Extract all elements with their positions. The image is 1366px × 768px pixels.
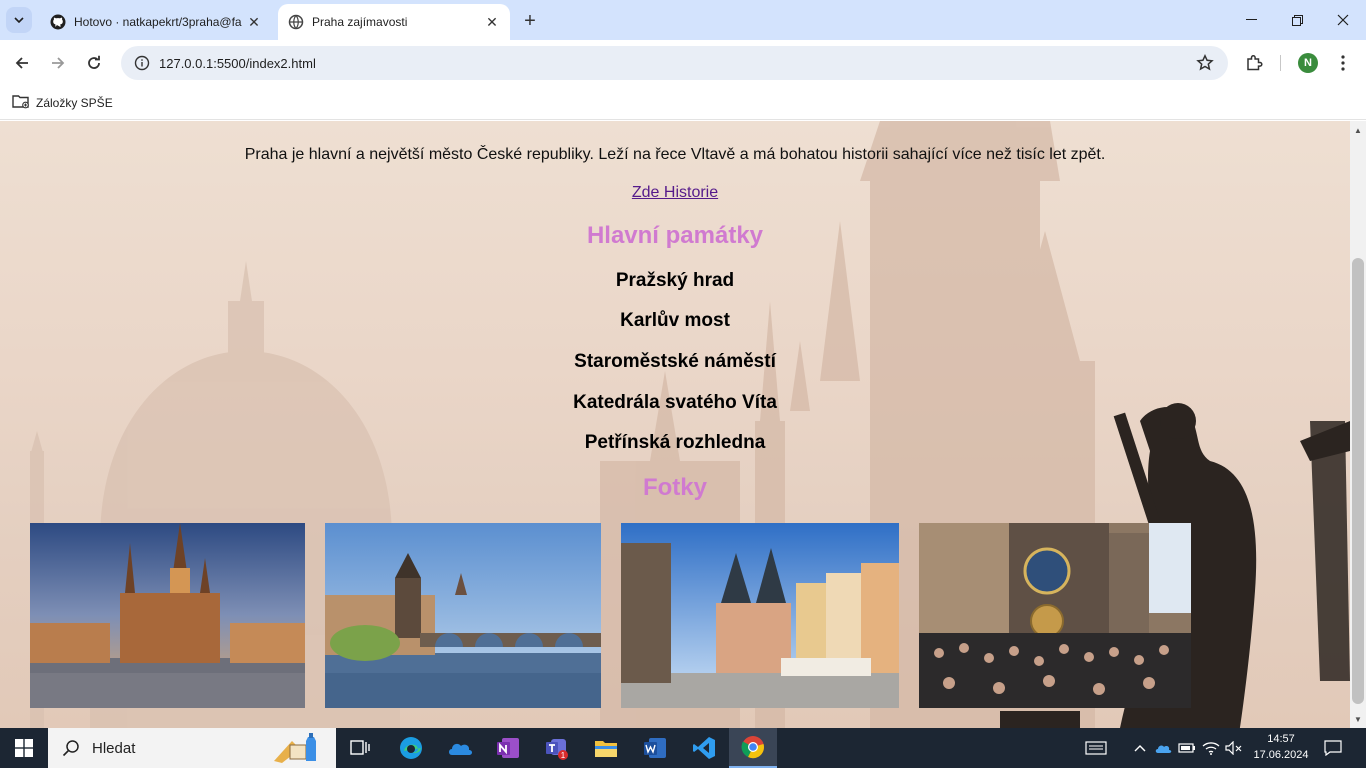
extensions-puzzle-icon[interactable] — [1241, 50, 1267, 76]
tab-github[interactable]: Hotovo · natkapekrt/3praha@fa ✕ — [40, 4, 272, 40]
word-icon[interactable] — [631, 728, 679, 768]
search-icon — [62, 739, 80, 757]
browser-toolbar: 127.0.0.1:5500/index2.html N — [0, 40, 1366, 86]
onenote-icon[interactable] — [484, 728, 532, 768]
chrome-icon[interactable] — [729, 728, 777, 768]
search-label: Hledat — [92, 739, 136, 757]
scroll-thumb[interactable] — [1352, 258, 1364, 704]
svg-text:1: 1 — [561, 751, 566, 760]
taskbar-search-box[interactable]: Hledat — [48, 728, 336, 768]
page-scrollbar[interactable]: ▲ ▼ — [1350, 121, 1366, 728]
page-content: Praha je hlavní a největší město České r… — [0, 121, 1350, 728]
charles-bridge-photo — [325, 523, 601, 708]
vscode-icon[interactable] — [680, 728, 728, 768]
site-info-icon[interactable] — [133, 54, 151, 72]
clock-date: 17.06.2024 — [1253, 749, 1309, 761]
prague-castle-photo — [30, 523, 305, 708]
tab-search-button[interactable] — [6, 7, 32, 33]
folder-icon — [12, 94, 30, 112]
old-town-square-photo — [621, 523, 899, 708]
forward-arrow-icon[interactable] — [43, 48, 73, 78]
reload-icon[interactable] — [79, 48, 109, 78]
astronomical-clock-photo — [919, 523, 1191, 708]
new-tab-plus-icon[interactable]: + — [518, 9, 542, 33]
keyboard-layout-icon[interactable] — [1084, 738, 1108, 758]
toolbar-separator — [1280, 55, 1281, 71]
bookmark-label: Záložky SPŠE — [36, 96, 113, 110]
landmarks-heading: Hlavní památky — [586, 222, 764, 249]
file-explorer-icon[interactable] — [582, 728, 630, 768]
chevron-up-icon[interactable] — [1130, 738, 1150, 758]
more-menu-icon[interactable] — [1333, 50, 1353, 76]
address-bar[interactable]: 127.0.0.1:5500/index2.html — [121, 46, 1228, 80]
close-icon[interactable]: ✕ — [244, 12, 264, 32]
history-link[interactable]: Zde Historie — [632, 184, 718, 201]
volume-muted-icon[interactable] — [1224, 738, 1244, 758]
restore-icon[interactable] — [1274, 0, 1320, 40]
globe-icon — [288, 14, 304, 30]
task-view-icon[interactable] — [336, 728, 384, 768]
landmark-prague-castle: Pražský hrad — [615, 270, 735, 291]
page-viewport: Praha je hlavní a největší město České r… — [0, 121, 1350, 728]
url-text[interactable]: 127.0.0.1:5500/index2.html — [159, 56, 316, 71]
profile-avatar[interactable]: N — [1298, 53, 1318, 73]
windows-taskbar: Hledat 1 14:57 17.06.2024 — [0, 728, 1366, 768]
scroll-up-arrow-icon[interactable]: ▲ — [1350, 123, 1366, 137]
tab-strip: Hotovo · natkapekrt/3praha@fa ✕ Praha za… — [0, 0, 1366, 40]
onedrive-icon[interactable] — [436, 728, 484, 768]
bookmarks-bar: Záložky SPŠE — [0, 86, 1366, 120]
battery-icon[interactable] — [1177, 738, 1197, 758]
chevron-down-icon — [14, 17, 24, 23]
teams-icon[interactable]: 1 — [533, 728, 581, 768]
back-arrow-icon[interactable] — [7, 48, 37, 78]
minimize-icon[interactable] — [1228, 0, 1274, 40]
scroll-down-arrow-icon[interactable]: ▼ — [1350, 712, 1366, 726]
system-clock[interactable]: 14:57 17.06.2024 — [1252, 731, 1310, 765]
landmark-st-vitus-cathedral: Katedrála svatého Víta — [573, 392, 777, 413]
landmark-charles-bridge: Karlův most — [620, 310, 730, 331]
windows-start-icon[interactable] — [0, 728, 48, 768]
close-icon[interactable]: ✕ — [482, 12, 502, 32]
search-highlight-icon — [270, 731, 330, 768]
history-link-wrapper: Zde Historie — [0, 184, 1350, 202]
edge-browser-icon[interactable] — [387, 728, 435, 768]
clock-time: 14:57 — [1267, 733, 1295, 745]
tab-praha[interactable]: Praha zajímavosti ✕ — [278, 4, 510, 40]
tab-title: Praha zajímavosti — [312, 15, 408, 29]
wifi-icon[interactable] — [1201, 738, 1221, 758]
photos-heading: Fotky — [642, 474, 707, 501]
github-icon — [50, 14, 66, 30]
window-close-icon[interactable] — [1320, 0, 1366, 40]
landmark-old-town-square: Staroměstské náměstí — [574, 351, 776, 372]
intro-paragraph: Praha je hlavní a největší město České r… — [244, 146, 1106, 163]
onedrive-tray-icon[interactable] — [1153, 738, 1173, 758]
bookmark-folder-spse[interactable]: Záložky SPŠE — [12, 92, 113, 114]
notifications-icon[interactable] — [1323, 738, 1343, 758]
landmark-petrin-tower: Petřínská rozhledna — [584, 432, 766, 453]
bookmark-star-icon[interactable] — [1196, 54, 1214, 77]
tab-title: Hotovo · natkapekrt/3praha@fa — [74, 15, 242, 29]
